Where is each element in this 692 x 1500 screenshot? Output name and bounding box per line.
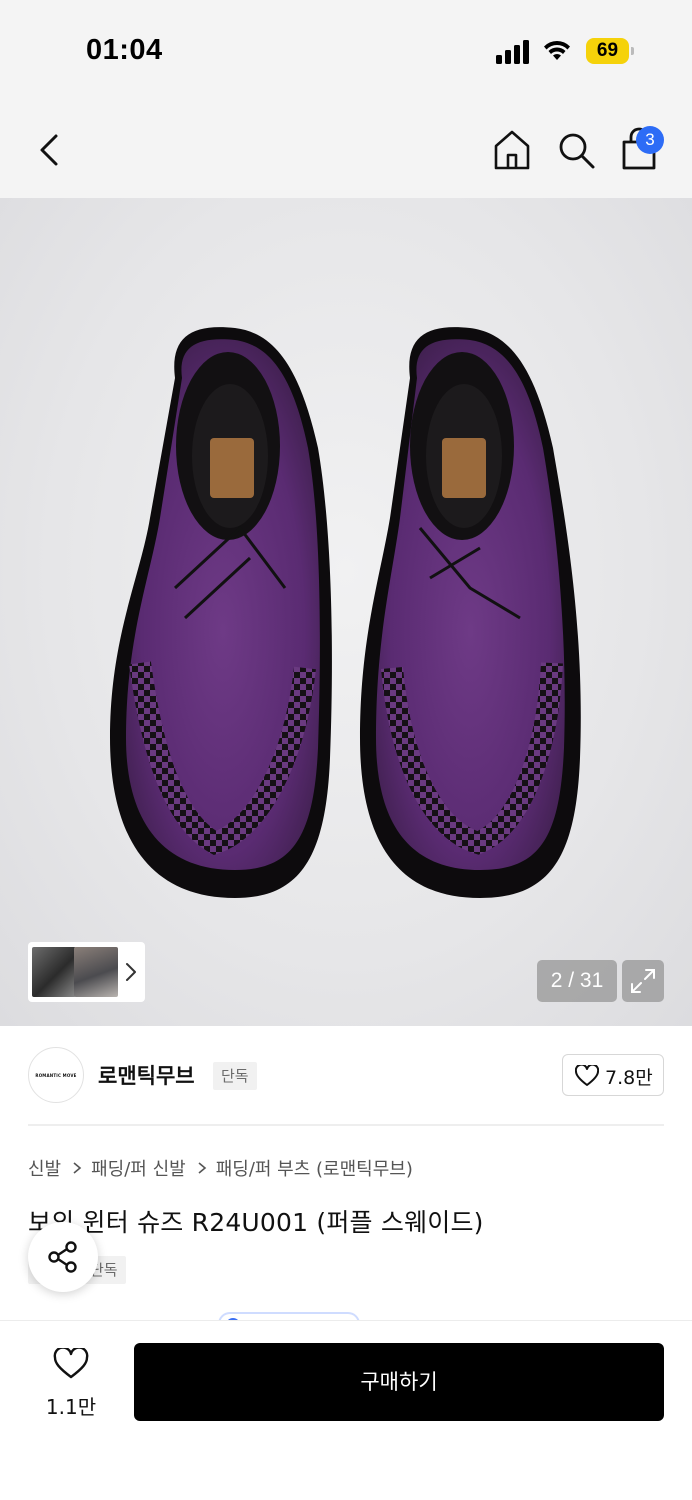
chevron-right-icon xyxy=(198,1162,206,1174)
expand-icon xyxy=(631,969,655,993)
breadcrumb-item[interactable]: 신발 xyxy=(28,1155,61,1181)
left-shoe xyxy=(110,327,332,898)
cart-count-badge: 3 xyxy=(636,126,664,154)
battery-level: 69 xyxy=(586,38,629,64)
brand-name[interactable]: 로맨틱무브 xyxy=(98,1060,195,1090)
brand-like-button[interactable]: 7.8만 xyxy=(562,1054,664,1096)
battery-tip xyxy=(631,47,634,55)
brand-exclusive-tag: 단독 xyxy=(213,1062,257,1090)
right-shoe xyxy=(360,327,581,898)
product-page: 01:04 69 3 2 / 31 ROMANTIC MOVE 로맨틱무브 단독… xyxy=(0,0,692,1500)
brand-like-count: 7.8만 xyxy=(605,1067,653,1089)
share-button[interactable] xyxy=(28,1222,98,1292)
breadcrumb-item[interactable]: 패딩/퍼 부츠 (로맨틱무브) xyxy=(216,1155,413,1181)
wishlist-button[interactable]: 1.1만 xyxy=(36,1343,106,1423)
expand-button[interactable] xyxy=(622,960,664,1002)
breadcrumb-item[interactable]: 패딩/퍼 신발 xyxy=(91,1155,186,1181)
chevron-right-icon[interactable] xyxy=(124,960,138,984)
heart-icon xyxy=(575,1065,599,1086)
top-navigation xyxy=(0,100,692,198)
cellular-signal-icon xyxy=(496,40,529,64)
buy-button[interactable]: 구매하기 xyxy=(134,1343,664,1421)
status-bar: 01:04 69 xyxy=(0,0,692,100)
chevron-right-icon xyxy=(73,1162,82,1174)
battery-indicator: 69 xyxy=(586,38,634,64)
breadcrumb: 신발 패딩/퍼 신발 패딩/퍼 부츠 (로맨틱무브) xyxy=(28,1155,413,1185)
status-time: 01:04 xyxy=(86,34,163,66)
image-counter: 2 / 31 xyxy=(537,960,617,1002)
brand-row[interactable]: ROMANTIC MOVE 로맨틱무브 단독 7.8만 xyxy=(0,1026,692,1126)
share-icon xyxy=(48,1241,77,1273)
product-photo xyxy=(110,327,581,898)
home-icon[interactable] xyxy=(492,128,532,172)
thumbnail-image[interactable] xyxy=(32,947,76,997)
divider xyxy=(28,1124,664,1126)
search-icon[interactable] xyxy=(556,130,596,170)
bottom-action-bar: 1.1만 구매하기 xyxy=(0,1320,692,1500)
thumbnail-strip[interactable] xyxy=(28,942,145,1002)
back-icon[interactable] xyxy=(30,132,70,168)
thumbnail-image[interactable] xyxy=(74,947,118,997)
product-image-gallery[interactable]: 2 / 31 xyxy=(0,198,692,1026)
wishlist-count: 1.1만 xyxy=(45,1395,97,1419)
brand-logo[interactable]: ROMANTIC MOVE xyxy=(28,1047,84,1103)
heart-icon xyxy=(53,1348,89,1379)
wifi-icon xyxy=(544,40,570,60)
product-title: 보의 윈터 슈즈 R24U001 (퍼플 스웨이드) xyxy=(28,1208,484,1237)
